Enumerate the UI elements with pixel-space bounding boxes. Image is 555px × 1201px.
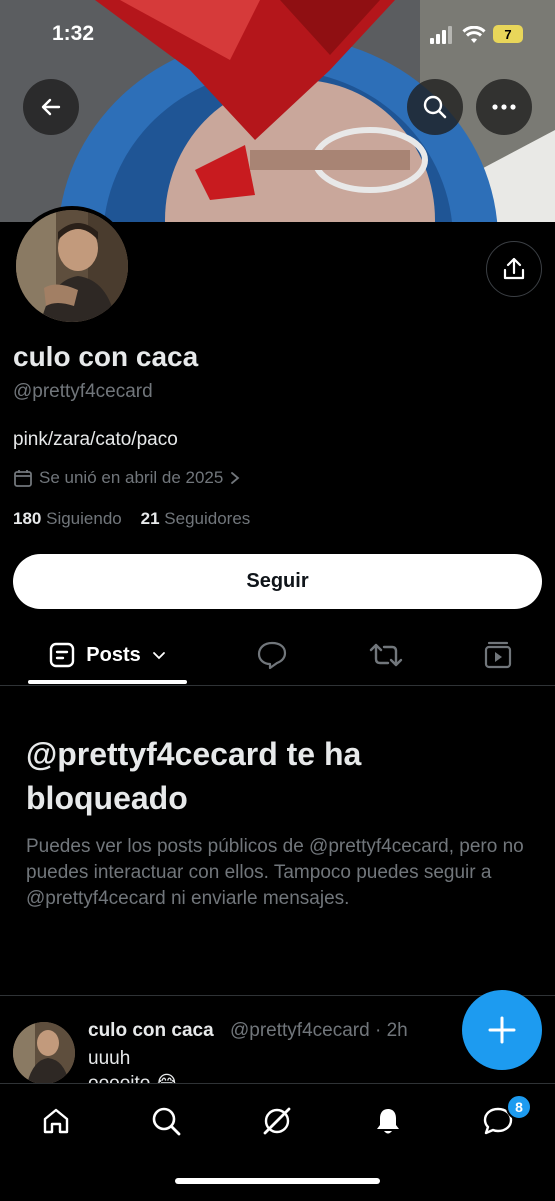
tab-posts[interactable]: Posts (28, 625, 187, 685)
followers-count: 21 (140, 509, 160, 528)
nav-search[interactable] (146, 1101, 186, 1141)
tab-replies[interactable] (246, 625, 298, 685)
calendar-icon (14, 470, 32, 487)
avatar-image (16, 210, 128, 322)
nav-notifications[interactable] (368, 1101, 408, 1141)
profile-bio: pink/zara/cato/paco (13, 429, 178, 450)
active-tab-indicator (28, 680, 187, 684)
status-time: 1:32 (52, 22, 95, 45)
nav-grok[interactable] (257, 1101, 297, 1141)
profile-display-name: culo con caca (13, 341, 199, 372)
back-button[interactable] (23, 79, 79, 135)
chevron-right-icon (231, 472, 240, 484)
grok-icon (263, 1107, 291, 1135)
battery-indicator: 7 (493, 25, 523, 43)
following-label: Siguiendo (46, 509, 122, 528)
messages-badge: 8 (506, 1094, 532, 1120)
wifi-icon (462, 26, 486, 43)
replies-icon (257, 641, 287, 670)
search-button[interactable] (407, 79, 463, 135)
post-author-name[interactable]: culo con caca (88, 1020, 214, 1042)
post-avatar[interactable] (13, 1022, 75, 1083)
following-link[interactable]: 180 Siguiendo (13, 509, 122, 528)
share-profile-button[interactable] (486, 241, 542, 297)
post-text: uuuh (88, 1048, 131, 1069)
tab-posts-label: Posts (86, 643, 141, 666)
follow-stats: 180 Siguiendo 21 Seguidores (13, 509, 250, 529)
share-icon (503, 257, 525, 280)
followers-label: Seguidores (164, 509, 251, 528)
profile-tabs: Posts (0, 625, 555, 686)
post-avatar-image (13, 1022, 75, 1083)
home-icon (43, 1108, 69, 1134)
followers-link[interactable]: 21 Seguidores (141, 509, 251, 528)
notifications-icon (377, 1109, 399, 1134)
following-count: 180 (13, 509, 42, 528)
cellular-signal-icon (430, 26, 452, 44)
more-dots-icon (492, 104, 516, 110)
profile-handle: @prettyf4cecard (13, 381, 153, 402)
nav-home[interactable] (36, 1101, 76, 1141)
blocked-description: Puedes ver los posts públicos de @pretty… (26, 836, 524, 909)
home-indicator (175, 1178, 380, 1184)
blocked-title: @prettyf4cecard te ha bloqueado (26, 736, 362, 816)
plus-icon (488, 1016, 516, 1044)
media-icon (484, 641, 512, 669)
search-icon (152, 1107, 181, 1136)
tab-media[interactable] (472, 625, 524, 685)
tab-reposts[interactable] (360, 625, 412, 685)
joined-text: Se unió en abril de 2025 (39, 468, 224, 487)
profile-joined-date[interactable]: Se unió en abril de 2025 (13, 468, 241, 488)
chevron-down-icon (152, 652, 165, 660)
reposts-icon (369, 643, 403, 667)
compose-post-button[interactable] (462, 990, 542, 1070)
more-options-button[interactable] (476, 79, 532, 135)
follow-button[interactable]: Seguir (13, 554, 542, 609)
arrow-left-icon (41, 98, 61, 116)
post-text-continued: ooooito 😂 (88, 1072, 178, 1083)
posts-icon (50, 642, 75, 668)
battery-level: 7 (504, 26, 512, 42)
post-handle-time: @prettyf4cecard · 2h (230, 1020, 408, 1041)
profile-avatar[interactable] (12, 206, 132, 326)
divider (0, 995, 555, 996)
search-icon (423, 95, 447, 119)
status-bar: 1:32 7 (0, 0, 555, 70)
